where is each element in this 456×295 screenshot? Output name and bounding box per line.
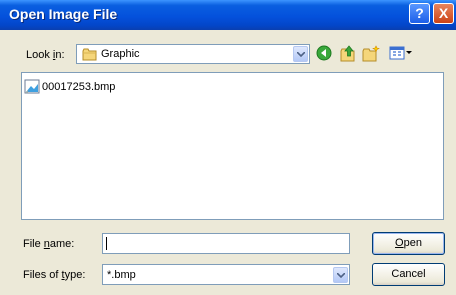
filename-input[interactable]	[102, 233, 350, 254]
cancel-button[interactable]: Cancel	[372, 263, 445, 286]
lookin-label: Look in:	[26, 49, 65, 61]
new-folder-icon[interactable]	[362, 45, 380, 65]
help-button[interactable]: ?	[409, 3, 430, 24]
up-folder-icon[interactable]	[339, 45, 357, 65]
file-name: 00017253.bmp	[42, 81, 116, 93]
file-list[interactable]: 00017253.bmp	[21, 72, 444, 220]
back-icon[interactable]	[316, 45, 332, 64]
filetype-value: *.bmp	[107, 269, 136, 281]
chevron-down-icon[interactable]	[293, 46, 308, 62]
filetype-dropdown[interactable]: *.bmp	[102, 264, 350, 285]
title-bar[interactable]: Open Image File ? X	[0, 0, 456, 30]
lookin-value: Graphic	[101, 48, 140, 60]
folder-icon	[82, 48, 98, 64]
close-button[interactable]: X	[433, 3, 454, 24]
filetype-label: Files of type:	[23, 269, 86, 281]
text-caret	[106, 237, 107, 250]
filename-label: File name:	[23, 238, 75, 250]
open-button[interactable]: Open	[372, 232, 445, 255]
dialog-title: Open Image File	[9, 6, 118, 22]
lookin-dropdown[interactable]: Graphic	[76, 44, 310, 64]
bitmap-file-icon	[24, 79, 40, 98]
views-menu-icon[interactable]	[389, 45, 413, 64]
chevron-down-icon[interactable]	[333, 267, 348, 283]
